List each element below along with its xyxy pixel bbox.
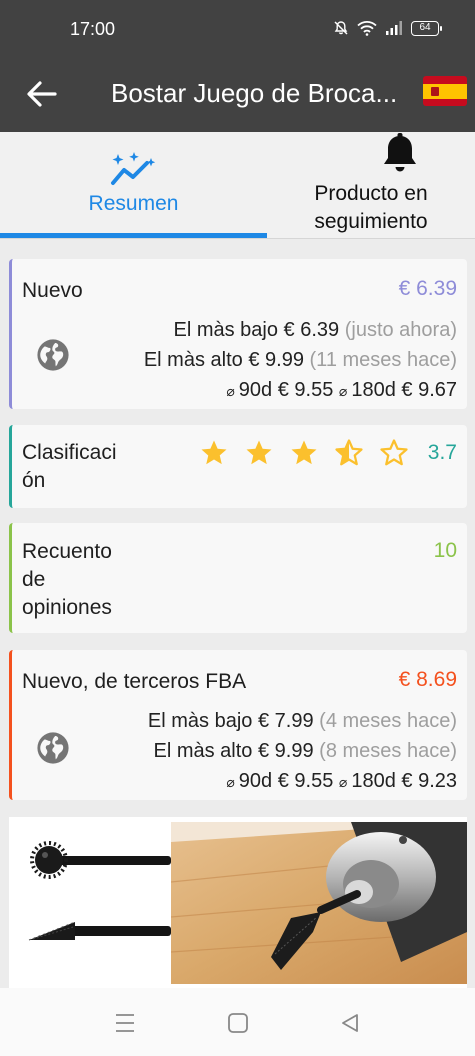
avg-180-label: 180d bbox=[351, 379, 396, 401]
average-price-row: ⌀ 90d € 9.55 ⌀ 180d € 9.67 bbox=[226, 379, 457, 402]
highest-when: (8 meses hace) bbox=[319, 740, 457, 762]
lowest-when: (4 meses hace) bbox=[319, 710, 457, 732]
card-new-price[interactable]: Nuevo € 6.39 El màs bajo € 6.39 (justo a… bbox=[9, 259, 467, 409]
status-time: 17:00 bbox=[70, 19, 116, 39]
highest-when: (11 meses hace) bbox=[309, 349, 457, 371]
signal-icon bbox=[386, 21, 402, 35]
star-half-icon bbox=[335, 439, 363, 466]
card-third-party-fba[interactable]: Nuevo, de terceros FBA € 8.69 El màs baj… bbox=[9, 650, 467, 800]
tab-bar: Resumen Producto en seguimiento bbox=[0, 132, 475, 239]
lowest-price-row: El màs bajo € 7.99 (4 meses hace) bbox=[148, 710, 457, 733]
rating-stars bbox=[199, 438, 409, 468]
lowest-price-row: El màs bajo € 6.39 (justo ahora) bbox=[173, 319, 457, 342]
card-title: Recuento de opiniones bbox=[22, 540, 112, 619]
rating-value: 3.7 bbox=[427, 441, 457, 464]
bell-icon bbox=[384, 133, 416, 172]
star-full-icon bbox=[246, 440, 272, 465]
drill-scene-image bbox=[171, 822, 467, 984]
avg-90-label: 90d bbox=[238, 770, 273, 792]
avg-180-label: 180d bbox=[351, 770, 396, 792]
card-title: Nuevo bbox=[22, 279, 83, 302]
tab-summary-label: Resumen bbox=[88, 192, 179, 215]
globe-icon bbox=[37, 732, 69, 764]
avg-180-value: € 9.67 bbox=[401, 379, 457, 401]
average-icon: ⌀ bbox=[338, 383, 348, 399]
current-price: € 8.69 bbox=[398, 668, 457, 691]
tab-summary[interactable]: Resumen bbox=[0, 132, 267, 239]
globe-icon bbox=[37, 339, 69, 371]
lowest-label: El màs bajo bbox=[173, 319, 278, 341]
review-count-value: 10 bbox=[433, 539, 457, 562]
highest-price: € 9.99 bbox=[257, 740, 314, 762]
highest-price-row: El màs alto € 9.99 (8 meses hace) bbox=[153, 740, 457, 763]
highest-label: El màs alto bbox=[143, 349, 243, 371]
avg-90-value: € 9.55 bbox=[277, 770, 334, 792]
lowest-when: (justo ahora) bbox=[344, 319, 457, 341]
trend-sparkle-icon bbox=[111, 152, 156, 185]
average-price-row: ⌀ 90d € 9.55 ⌀ 180d € 9.23 bbox=[226, 770, 457, 793]
status-icons: 64 bbox=[333, 20, 442, 36]
home-square-icon[interactable] bbox=[226, 1012, 250, 1034]
active-tab-indicator bbox=[0, 233, 267, 238]
lowest-label: El màs bajo bbox=[147, 710, 253, 732]
card-title: Nuevo, de terceros FBA bbox=[22, 670, 247, 693]
avg-180-value: € 9.23 bbox=[401, 770, 457, 792]
system-nav-bar bbox=[0, 988, 475, 1056]
drill-bits-image bbox=[15, 822, 171, 984]
star-empty-icon bbox=[380, 439, 408, 466]
back-button[interactable] bbox=[22, 74, 62, 114]
current-price: € 6.39 bbox=[398, 277, 457, 300]
product-image[interactable] bbox=[9, 817, 467, 989]
avg-90-value: € 9.55 bbox=[277, 379, 334, 401]
star-full-icon bbox=[201, 440, 227, 465]
app-bar: Bostar Juego de Broca... bbox=[0, 60, 475, 132]
back-arrow-icon bbox=[27, 81, 57, 107]
average-icon: ⌀ bbox=[226, 383, 235, 399]
mute-bell-icon bbox=[334, 21, 348, 35]
status-bar: 17:00 64 bbox=[0, 0, 475, 60]
star-full-icon bbox=[291, 440, 317, 465]
card-review-count[interactable]: Recuento de opiniones 10 bbox=[9, 523, 467, 633]
battery-icon: 64 bbox=[411, 20, 442, 36]
card-rating[interactable]: Clasificaci ón 3.7 bbox=[9, 425, 467, 508]
highest-price-row: El màs alto € 9.99 (11 meses hace) bbox=[144, 349, 457, 372]
card-title: Clasificaci ón bbox=[22, 441, 117, 492]
page-title: Bostar Juego de Broca... bbox=[111, 78, 398, 108]
average-icon: ⌀ bbox=[226, 774, 235, 790]
highest-price: € 9.99 bbox=[248, 349, 304, 371]
lowest-price: € 6.39 bbox=[283, 319, 340, 341]
menu-icon[interactable] bbox=[113, 1012, 137, 1034]
average-icon: ⌀ bbox=[338, 774, 348, 790]
back-triangle-icon[interactable] bbox=[338, 1012, 362, 1034]
wifi-icon bbox=[357, 21, 377, 36]
avg-90-label: 90d bbox=[238, 379, 273, 401]
tab-tracking[interactable]: Producto en seguimiento bbox=[267, 132, 475, 239]
highest-label: El màs alto bbox=[153, 740, 253, 762]
spain-flag-icon[interactable] bbox=[423, 76, 467, 106]
tab-tracking-label: Producto en seguimiento bbox=[314, 182, 428, 233]
lowest-price: € 7.99 bbox=[257, 710, 314, 732]
